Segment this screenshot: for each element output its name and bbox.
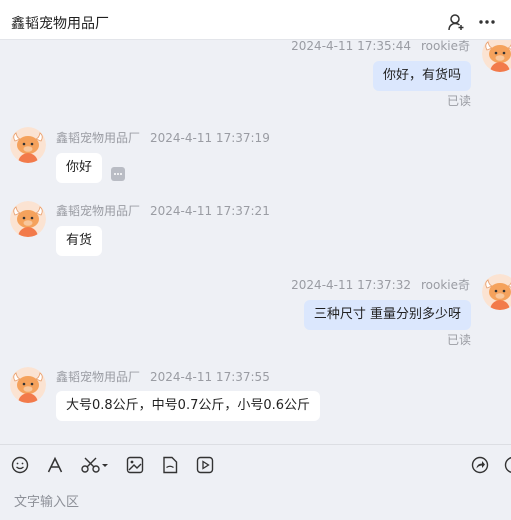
message-list[interactable]: 2024-4-11 17:35:44 rookie奇 你好，有货吗 已读 鑫韬宠物…	[0, 40, 511, 444]
message-bubble[interactable]: 大号0.8公斤，中号0.7公斤，小号0.6公斤	[56, 391, 321, 421]
message-meta: 2024-4-11 17:35:44 rookie奇	[291, 40, 470, 54]
read-status: 已读	[446, 94, 471, 108]
message-time: 2024-4-11 17:37:21	[150, 204, 270, 218]
font-icon[interactable]	[45, 455, 65, 475]
chat-title: 鑫韬宠物用品厂	[11, 16, 109, 32]
composer: 文字输入区	[0, 444, 511, 520]
emoji-icon[interactable]	[10, 455, 30, 475]
share-icon[interactable]	[470, 455, 490, 475]
read-status: 已读	[446, 333, 471, 347]
scissors-icon[interactable]	[80, 455, 110, 475]
message-sender: 鑫韬宠物用品厂	[56, 131, 141, 145]
more-icon[interactable]	[477, 12, 497, 32]
message-input[interactable]: 文字输入区	[14, 491, 79, 510]
message-sender: 鑫韬宠物用品厂	[56, 204, 141, 218]
message-bubble[interactable]: 有货	[56, 226, 103, 256]
add-contact-icon[interactable]	[446, 12, 466, 32]
message-bubble[interactable]: 你好	[56, 153, 103, 183]
message-sender: rookie奇	[420, 278, 470, 292]
message-time: 2024-4-11 17:37:55	[150, 370, 270, 384]
avatar[interactable]	[10, 127, 46, 163]
avatar[interactable]	[10, 367, 46, 403]
message-meta: 鑫韬宠物用品厂 2024-4-11 17:37:55	[56, 368, 270, 385]
video-icon[interactable]	[195, 455, 215, 475]
message-sender: 鑫韬宠物用品厂	[56, 370, 141, 384]
chat-icon[interactable]	[503, 455, 511, 475]
chat-header: 鑫韬宠物用品厂	[0, 0, 511, 40]
message-time: 2024-4-11 17:37:19	[150, 131, 270, 145]
message-sender: rookie奇	[420, 40, 470, 53]
avatar[interactable]	[10, 201, 46, 237]
file-icon[interactable]	[160, 455, 180, 475]
avatar[interactable]	[482, 274, 511, 310]
message-bubble[interactable]: 三种尺寸 重量分别多少呀	[303, 300, 471, 330]
avatar[interactable]	[482, 40, 511, 72]
message-more-icon[interactable]	[111, 167, 125, 181]
message-bubble[interactable]: 你好，有货吗	[372, 61, 471, 91]
message-time: 2024-4-11 17:37:32	[291, 278, 411, 292]
message-meta: 鑫韬宠物用品厂 2024-4-11 17:37:19	[56, 129, 270, 146]
message-meta: 鑫韬宠物用品厂 2024-4-11 17:37:21	[56, 202, 270, 219]
message-meta: 2024-4-11 17:37:32 rookie奇	[291, 276, 470, 293]
image-icon[interactable]	[125, 455, 145, 475]
message-time: 2024-4-11 17:35:44	[291, 40, 411, 53]
